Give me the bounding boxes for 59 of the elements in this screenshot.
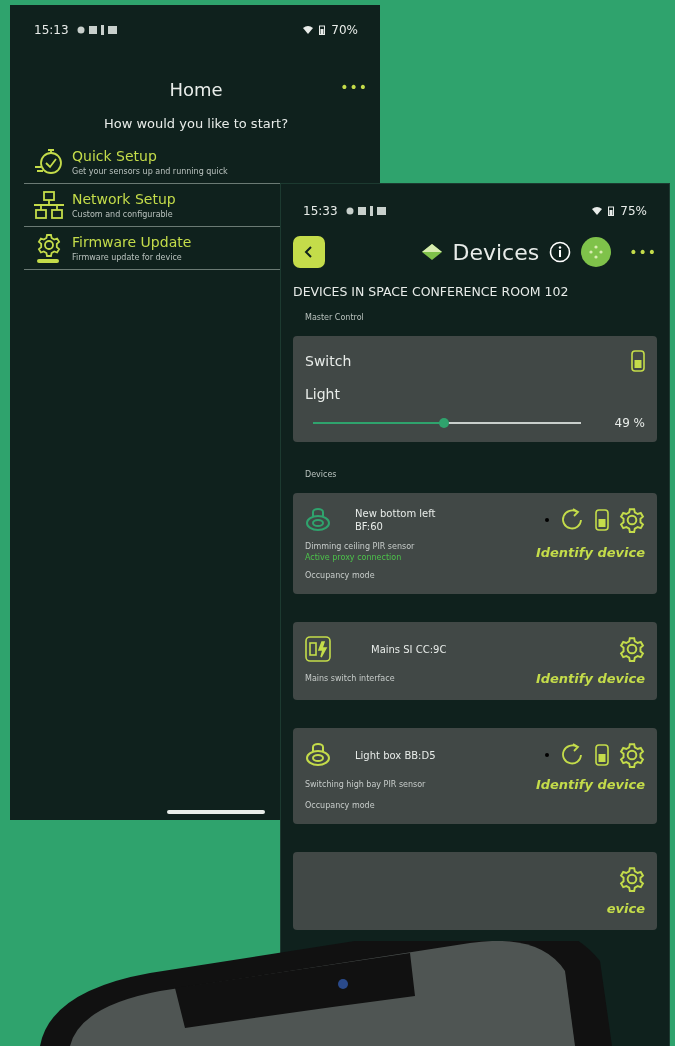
network-button[interactable] [581,237,612,267]
master-switch-icon[interactable] [631,350,645,372]
switch-label: Switch [305,353,352,369]
light-label: Light [305,386,341,402]
mode-label: Occupancy mode [305,801,376,810]
identify-device-link[interactable]: Identify device [535,671,645,686]
connection-dot [545,753,549,757]
connection-status: Active proxy connection [305,553,403,562]
mode-label: Occupancy mode [305,571,376,580]
device-description: Switching high bay PIR sensor [305,780,426,789]
more-button[interactable]: ••• [340,79,368,95]
back-button[interactable] [293,236,325,268]
screen-title: Home [169,79,223,100]
option-subtitle: Firmware update for device [72,253,183,262]
device-description: Dimming ceiling PIR sensor [305,542,415,551]
battery-percent: 75% [620,204,647,218]
status-time: 15:13 [34,23,69,37]
switch-icon[interactable] [595,744,609,766]
device-name: New bottom left [355,508,436,519]
option-title[interactable]: Firmware Update [72,234,192,250]
settings-icon[interactable] [619,866,645,892]
diamond-icon [420,243,443,261]
section-label: Master Control [305,313,365,322]
wifi-icon [303,25,314,35]
option-title[interactable]: Quick Setup [72,148,228,164]
switch-icon[interactable] [595,509,609,531]
wifi-icon [592,206,603,216]
identify-device-link[interactable]: Identify device [535,544,645,560]
four-dots-icon [588,244,605,260]
connection-dot [545,518,549,522]
section-label: Devices [305,470,338,479]
ceiling-sensor-icon [305,507,331,533]
more-button[interactable]: ••• [629,244,657,260]
battery-icon [608,206,615,216]
info-icon[interactable] [549,241,572,263]
device-address: BF:60 [355,521,384,532]
ceiling-sensor-icon [305,742,331,768]
option-subtitle: Custom and configurable [72,210,174,219]
network-icon [34,190,64,220]
status-time: 15:33 [303,204,338,218]
battery-icon [319,25,326,35]
prompt-text: How would you like to start? [102,116,290,131]
identify-device-link[interactable]: Identify device [535,777,645,792]
stopwatch-icon [34,147,64,177]
switch-interface-icon [305,636,331,662]
device-name: Light box BB:D5 [355,749,436,761]
settings-icon[interactable] [619,507,645,533]
settings-icon[interactable] [619,636,645,662]
section-heading: DEVICES IN SPACE CONFERENCE ROOM 102 [293,284,570,299]
option-subtitle: Get your sensors up and running quick [72,167,228,176]
identify-device-link[interactable]: evice [606,901,645,916]
light-level-reading: 49 % [613,416,645,430]
settings-icon[interactable] [619,742,645,768]
device-name: Mains SI CC:9C [371,643,447,655]
screen-title: Devices [452,239,540,265]
chevron-left-icon [304,246,314,258]
battery-percent: 70% [331,23,358,37]
option-title[interactable]: Network Setup [72,191,176,207]
device-description: Mains switch interface [305,674,395,683]
